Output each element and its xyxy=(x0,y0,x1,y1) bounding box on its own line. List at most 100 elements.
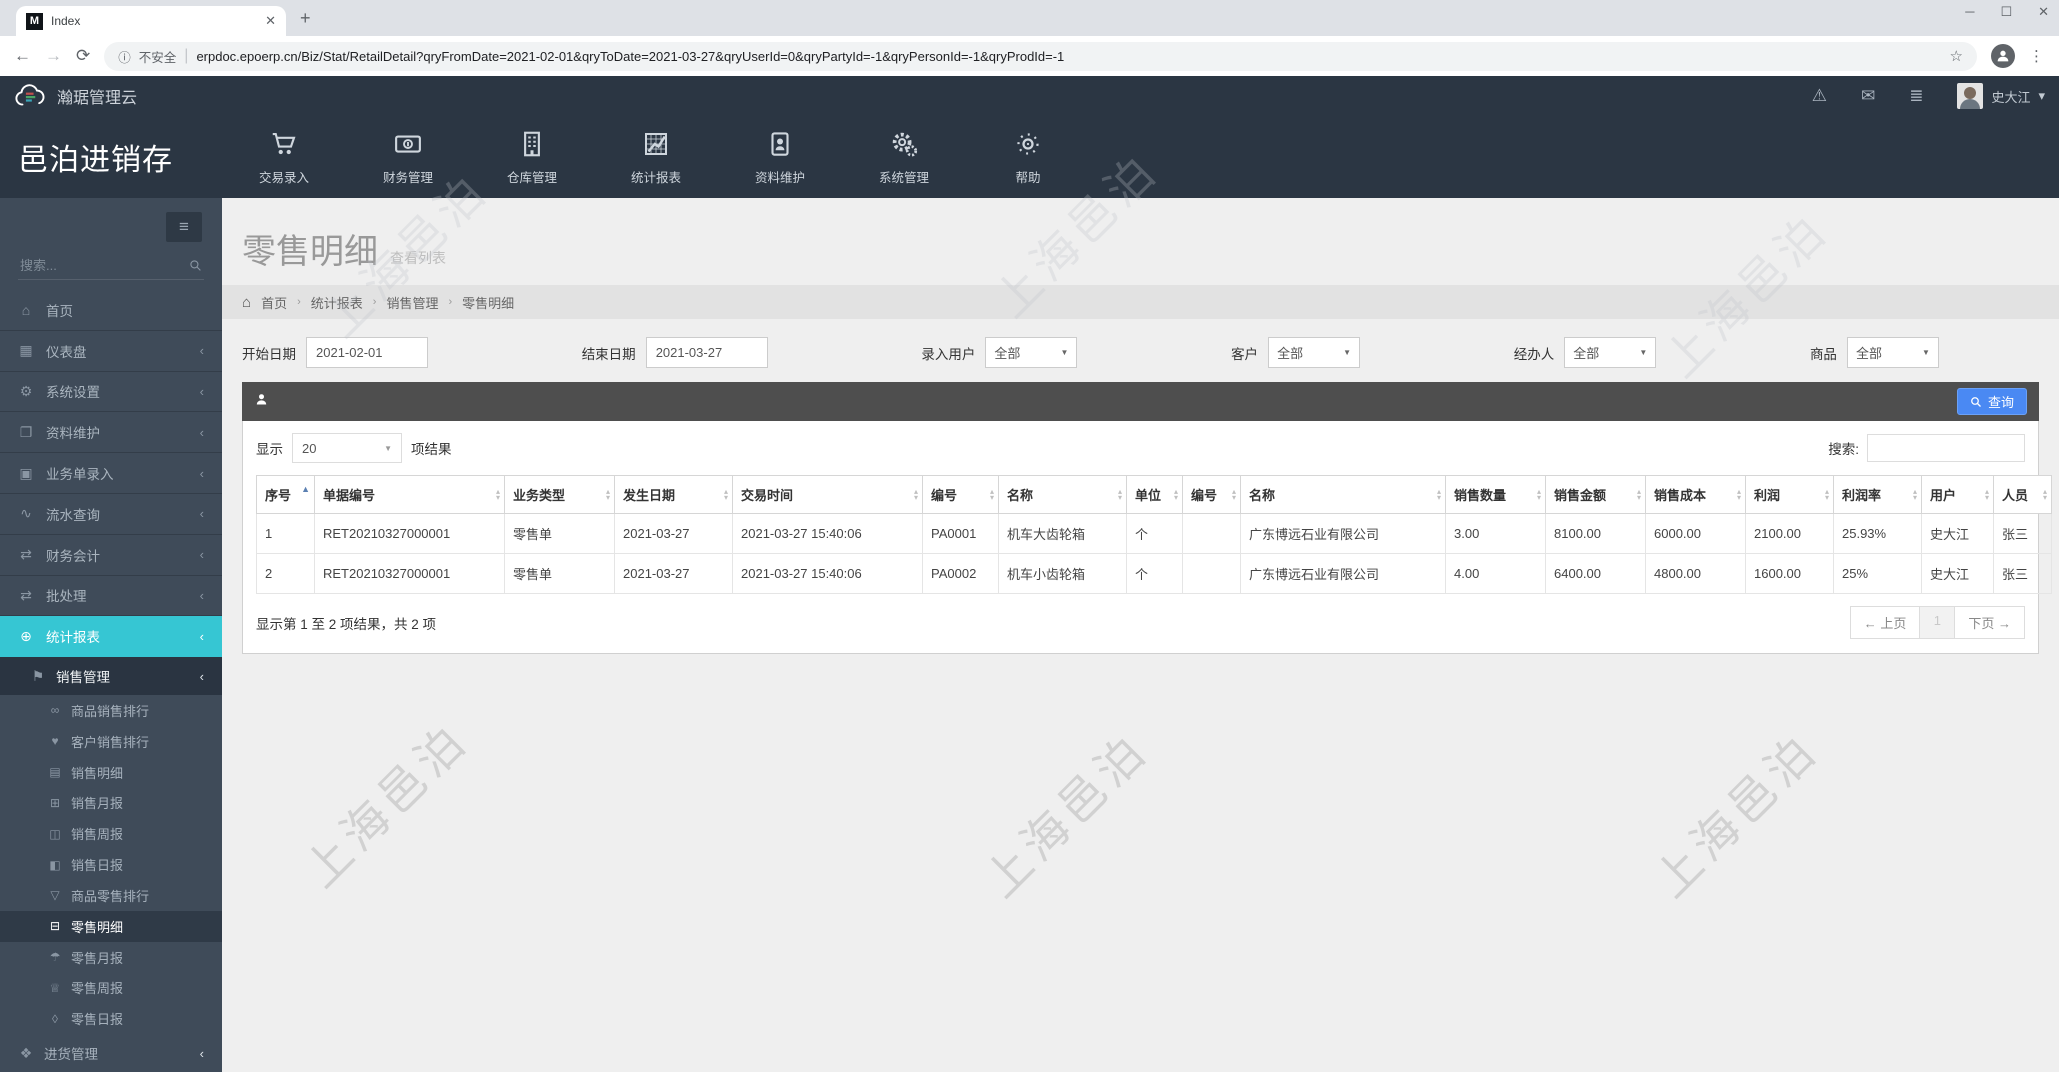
table-row[interactable]: 2 RET20210327000001 零售单 2021-03-27 2021-… xyxy=(256,553,2052,594)
breadcrumb-sales[interactable]: 销售管理 xyxy=(386,293,438,312)
product-select[interactable]: 全部 ▼ xyxy=(1846,337,1939,368)
menu-item-reports[interactable]: 统计报表 xyxy=(594,116,718,198)
sidebar-item-sales-management[interactable]: ⚑ 销售管理 ‹ xyxy=(0,657,222,695)
col-party-name[interactable]: 名称 ▴ ▾ xyxy=(1240,475,1446,514)
paperclip-icon: ∿ xyxy=(20,505,32,522)
menu-item-warehouse[interactable]: 仓库管理 xyxy=(470,116,594,198)
sidebar-item-order-entry[interactable]: ▣ 业务单录入 ‹ xyxy=(0,453,222,494)
next-page-button[interactable]: 下页 → xyxy=(1954,606,2025,639)
table-search-input[interactable] xyxy=(1867,434,2025,462)
col-doc-no[interactable]: 单据编号 ▴ ▾ xyxy=(314,475,505,514)
sort-icon: ▴ ▾ xyxy=(1117,486,1122,502)
sidebar-item-sales-detail[interactable]: ▤ 销售明细 xyxy=(0,757,222,788)
prev-page-button[interactable]: ← 上页 xyxy=(1849,606,1921,639)
sidebar-search[interactable] xyxy=(18,252,204,280)
window-close-icon[interactable]: ✕ xyxy=(2038,4,2049,20)
sidebar-item-data-maintenance[interactable]: ❐ 资料维护 ‹ xyxy=(0,412,222,454)
address-bar[interactable]: ⓘ 不安全 | erpdoc.epoerp.cn/Biz/Stat/Retail… xyxy=(104,41,1977,71)
sidebar-item-sales-monthly[interactable]: ⊞ 销售月报 xyxy=(0,788,222,819)
sidebar-item-accounting[interactable]: ⇄ 财务会计 ‹ xyxy=(0,535,222,576)
col-prod-name[interactable]: 名称 ▴ ▾ xyxy=(998,475,1127,514)
col-profit[interactable]: 利润 ▴ ▾ xyxy=(1745,475,1834,514)
retail-detail-table: 序号 ▲ 单据编号 ▴ ▾ 业务类型 ▴ ▾ 发生日期 ▴ ▾ 交易时间 ▴ ▾ 编号 ▴ ▾ 名称 ▴… xyxy=(256,475,2052,594)
messages-icon[interactable]: ✉ xyxy=(1861,86,1875,106)
sidebar-item-system-settings[interactable]: ⚙ 系统设置 ‹ xyxy=(0,372,222,413)
breadcrumb-separator: › xyxy=(297,296,301,308)
menu-item-finance[interactable]: 财务管理 xyxy=(346,116,470,198)
col-seq[interactable]: 序号 ▲ xyxy=(256,475,315,514)
col-trade-time[interactable]: 交易时间 ▴ ▾ xyxy=(732,475,923,514)
handler-select[interactable]: 全部 ▼ xyxy=(1564,337,1657,368)
browser-menu-icon[interactable]: ⋮ xyxy=(2029,47,2045,65)
sidebar-item-statistics-reports[interactable]: ⊕ 统计报表 ‹ xyxy=(0,616,222,658)
col-party-code[interactable]: 编号 ▴ ▾ xyxy=(1182,475,1241,514)
window-minimize-icon[interactable]: ─ xyxy=(1965,4,1974,20)
sidebar-item-sales-weekly[interactable]: ◫ 销售周报 xyxy=(0,818,222,849)
select-arrow-icon: ▼ xyxy=(1922,348,1930,357)
start-date-input[interactable] xyxy=(306,337,428,368)
customer-select[interactable]: 全部 ▼ xyxy=(1268,337,1361,368)
menu-item-data-maintenance[interactable]: 资料维护 xyxy=(718,116,842,198)
shuffle-icon: ⇄ xyxy=(20,586,32,603)
browser-tab[interactable]: M Index ✕ xyxy=(16,6,286,36)
sidebar-search-input[interactable] xyxy=(20,258,189,273)
sort-icon: ▴ ▾ xyxy=(495,486,500,502)
new-tab-button[interactable]: + xyxy=(300,8,311,29)
menu-item-system[interactable]: 系统管理 xyxy=(842,116,966,198)
end-date-input[interactable] xyxy=(645,337,768,368)
entry-user-select[interactable]: 全部 ▼ xyxy=(985,337,1078,368)
sidebar-item-customer-sales-ranking[interactable]: ♥ 客户销售排行 xyxy=(0,726,222,757)
sidebar-item-retail-weekly[interactable]: ♕ 零售周报 xyxy=(0,973,222,1004)
sort-icon: ▴ ▾ xyxy=(913,486,918,502)
page-size-select[interactable]: 20 ▼ xyxy=(292,433,402,463)
handler-label: 经办人 xyxy=(1513,346,1555,362)
query-button[interactable]: 查询 xyxy=(1956,388,2027,415)
sidebar-item-retail-monthly[interactable]: ☂ 零售月报 xyxy=(0,942,222,973)
sidebar-item-product-retail-ranking[interactable]: ▽ 商品零售排行 xyxy=(0,880,222,911)
start-date-label: 开始日期 xyxy=(242,346,296,362)
sidebar-item-retail-daily[interactable]: ◊ 零售日报 xyxy=(0,1003,222,1034)
col-sales-cost[interactable]: 销售成本 ▴ ▾ xyxy=(1645,475,1746,514)
sidebar-item-sales-daily[interactable]: ◧ 销售日报 xyxy=(0,849,222,880)
table-row[interactable]: 1 RET20210327000001 零售单 2021-03-27 2021-… xyxy=(256,513,2052,554)
filter-bar: 开始日期 结束日期 录入用户 全部 ▼ 客户 全部 xyxy=(222,319,2059,382)
sidebar-item-purchase-management[interactable]: ❖ 进货管理 ‹ xyxy=(0,1034,222,1072)
tag-icon: ◊ xyxy=(52,1011,58,1026)
alerts-icon[interactable]: ⚠ xyxy=(1812,86,1827,106)
forward-icon[interactable]: → xyxy=(45,46,62,66)
sidebar-toggle-icon[interactable]: ≡ xyxy=(166,212,202,242)
app-logo[interactable]: 瀚琚管理云 xyxy=(14,83,137,109)
info-icon[interactable]: ⓘ xyxy=(118,47,131,66)
sidebar-item-home[interactable]: ⌂ 首页 xyxy=(0,290,222,331)
col-user[interactable]: 用户 ▴ ▾ xyxy=(1921,475,1994,514)
col-unit[interactable]: 单位 ▴ ▾ xyxy=(1126,475,1183,514)
sidebar-item-batch[interactable]: ⇄ 批处理 ‹ xyxy=(0,576,222,617)
col-sales-qty[interactable]: 销售数量 ▴ ▾ xyxy=(1445,475,1546,514)
breadcrumb-reports[interactable]: 统计报表 xyxy=(311,293,363,312)
bookmark-star-icon[interactable]: ☆ xyxy=(1950,47,1963,65)
col-occur-date[interactable]: 发生日期 ▴ ▾ xyxy=(614,475,733,514)
col-profit-rate[interactable]: 利润率 ▴ ▾ xyxy=(1833,475,1922,514)
col-biz-type[interactable]: 业务类型 ▴ ▾ xyxy=(504,475,615,514)
breadcrumb-home[interactable]: 首页 xyxy=(261,293,287,312)
sidebar-item-product-sales-ranking[interactable]: ∞ 商品销售排行 xyxy=(0,695,222,726)
col-prod-code[interactable]: 编号 ▴ ▾ xyxy=(922,475,999,514)
sort-icon: ▴ ▾ xyxy=(2042,486,2047,502)
sidebar-item-retail-detail[interactable]: ⊟ 零售明细 xyxy=(0,910,222,942)
menu-item-help[interactable]: 帮助 xyxy=(966,116,1090,198)
heart-icon: ♥ xyxy=(51,734,59,749)
tab-close-icon[interactable]: ✕ xyxy=(265,13,276,29)
chevron-left-icon: ‹ xyxy=(199,506,204,522)
menu-item-transactions[interactable]: 交易录入 xyxy=(222,116,346,198)
sidebar-item-dashboard[interactable]: ▦ 仪表盘 ‹ xyxy=(0,331,222,372)
sidebar-item-flow-query[interactable]: ∿ 流水查询 ‹ xyxy=(0,494,222,535)
tasks-icon[interactable]: ≣ xyxy=(1909,86,1923,106)
back-icon[interactable]: ← xyxy=(14,46,31,66)
user-menu[interactable]: 史大江 ▾ xyxy=(1957,83,2045,109)
col-person[interactable]: 人员 ▴ ▾ xyxy=(1993,475,2052,514)
window-maximize-icon[interactable]: ☐ xyxy=(2000,4,2012,20)
refresh-icon[interactable]: ⟳ xyxy=(76,46,90,66)
breadcrumb-separator: › xyxy=(448,296,453,308)
browser-profile-icon[interactable] xyxy=(1991,44,2015,68)
col-sales-amount[interactable]: 销售金额 ▴ ▾ xyxy=(1545,475,1646,514)
